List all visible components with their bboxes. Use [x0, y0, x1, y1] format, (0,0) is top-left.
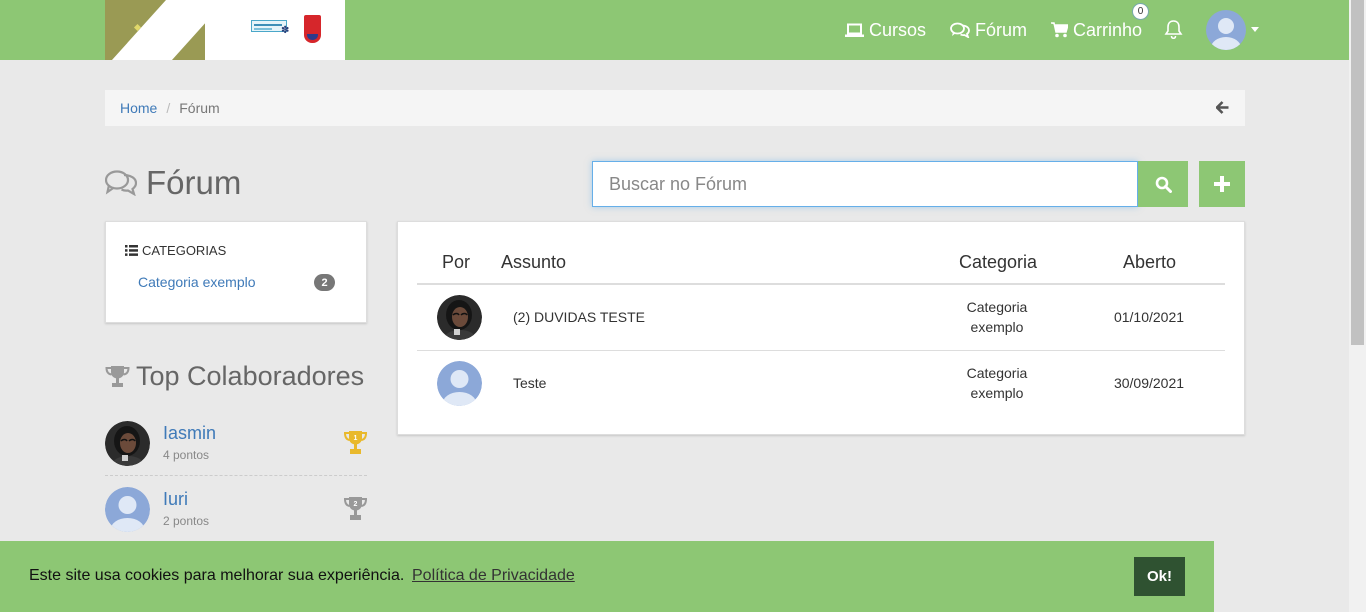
user-avatar[interactable]	[1206, 10, 1246, 50]
plus-icon	[1214, 176, 1230, 192]
laptop-icon	[845, 23, 864, 38]
table-row[interactable]: Teste Categoria exemplo 30/09/2021	[417, 350, 1225, 416]
topic-category-line2: exemplo	[970, 319, 1024, 335]
logo-flower-icon: ✽	[281, 25, 290, 36]
topic-subject-link[interactable]: Teste	[513, 375, 546, 391]
topic-category-line2: exemplo	[970, 385, 1024, 401]
nav-cursos[interactable]: Cursos	[845, 0, 926, 60]
nav-forum-label: Fórum	[975, 19, 1028, 40]
column-header-aberto: Aberto	[1123, 252, 1177, 272]
contributor-name[interactable]: Iasmin	[163, 423, 216, 444]
breadcrumb-home-link[interactable]: Home	[120, 100, 157, 116]
bell-icon[interactable]	[1164, 19, 1183, 45]
topic-author-avatar[interactable]	[437, 361, 482, 406]
page-title: Fórum	[105, 163, 241, 203]
cart-count-badge: 0	[1132, 3, 1149, 20]
column-header-assunto: Assunto	[501, 252, 567, 272]
silver-trophy-icon: 2	[343, 496, 368, 527]
nav-cursos-label: Cursos	[869, 19, 927, 40]
contributor-name[interactable]: Iuri	[163, 489, 188, 510]
list-icon	[125, 245, 138, 256]
page-title-text: Fórum	[146, 164, 242, 201]
nav-carrinho-label: Carrinho	[1073, 19, 1143, 40]
comments-icon	[105, 170, 137, 196]
contributor-points: 4 pontos	[163, 448, 210, 462]
top-contributors-title-text: Top Colaboradores	[136, 361, 365, 391]
topic-category-line1: Categoria	[966, 299, 1028, 315]
cookie-ok-button[interactable]: Ok!	[1134, 557, 1185, 596]
forum-search-input[interactable]	[592, 161, 1138, 207]
contributor-avatar[interactable]	[105, 487, 150, 532]
trophy-rank-label: 2	[354, 501, 358, 508]
column-header-por: Por	[442, 252, 471, 272]
contributor-item: Iuri 2 pontos 2	[105, 482, 368, 542]
cookie-consent-bar: Este site usa cookies para melhorar sua …	[0, 541, 1214, 612]
search-icon	[1155, 176, 1172, 193]
table-row[interactable]: (2) DUVIDAS TESTE Categoria exemplo 01/1…	[417, 284, 1225, 350]
topic-opened-date: 30/09/2021	[1113, 375, 1185, 391]
cookie-message: Este site usa cookies para melhorar sua …	[29, 567, 405, 584]
breadcrumb-separator: /	[166, 100, 171, 116]
column-header-categoria: Categoria	[959, 252, 1038, 272]
comments-icon	[950, 22, 970, 38]
contributor-avatar[interactable]	[105, 421, 150, 466]
page-scrollbar[interactable]	[1349, 0, 1366, 612]
topic-category-line1: Categoria	[966, 365, 1028, 381]
topic-subject-link[interactable]: (2) DUVIDAS TESTE	[513, 309, 645, 325]
breadcrumb: Home / Fórum	[105, 90, 1245, 126]
nav-forum[interactable]: Fórum	[950, 0, 1027, 60]
categories-title: CATEGORIAS	[125, 243, 226, 258]
contributor-item: Iasmin 4 pontos 1	[105, 416, 368, 476]
search-button[interactable]	[1138, 161, 1188, 207]
cart-icon	[1051, 22, 1068, 38]
topic-opened-date: 01/10/2021	[1113, 309, 1185, 325]
nav-carrinho[interactable]: Carrinho	[1051, 0, 1142, 60]
arrow-left-icon[interactable]	[1215, 101, 1229, 117]
topic-author-avatar[interactable]	[437, 295, 482, 340]
logo-shield-icon	[304, 15, 321, 43]
trophy-icon	[105, 364, 130, 389]
forum-topics-table: Por Assunto Categoria Aberto (2) DUVIDAS…	[397, 221, 1245, 435]
topic-category: Categoria exemplo	[947, 363, 1047, 403]
categories-panel: CATEGORIAS Categoria exemplo 2	[105, 221, 367, 323]
contributor-points: 2 pontos	[163, 514, 210, 528]
scrollbar-thumb[interactable]	[1351, 0, 1364, 345]
top-contributors-title: Top Colaboradores	[105, 361, 364, 392]
category-link[interactable]: Categoria exemplo	[138, 274, 256, 290]
privacy-policy-link[interactable]: Política de Privacidade	[412, 567, 575, 585]
topic-category: Categoria exemplo	[947, 297, 1047, 337]
new-topic-button[interactable]	[1199, 161, 1245, 207]
trophy-rank-label: 1	[354, 435, 358, 442]
breadcrumb-current: Fórum	[179, 100, 220, 116]
gold-trophy-icon: 1	[343, 430, 368, 461]
category-count-badge: 2	[314, 274, 335, 291]
categories-title-text: CATEGORIAS	[142, 243, 227, 258]
caret-down-icon[interactable]	[1251, 27, 1259, 32]
site-logo[interactable]: ✽	[105, 0, 345, 60]
